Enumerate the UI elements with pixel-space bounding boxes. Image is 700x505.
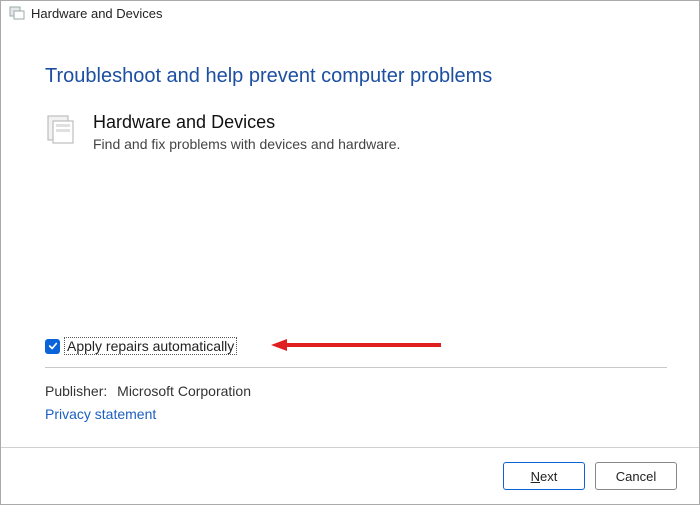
window-title: Hardware and Devices [31,6,163,21]
apply-repairs-checkbox[interactable] [45,339,60,354]
apply-repairs-option[interactable]: Apply repairs automatically [45,337,237,355]
cancel-button[interactable]: Cancel [595,462,677,490]
item-title: Hardware and Devices [93,112,400,134]
privacy-statement-link[interactable]: Privacy statement [45,406,156,422]
annotation-arrow-icon [271,338,441,352]
divider [45,367,667,368]
next-button[interactable]: Next [503,462,585,490]
troubleshooter-item: Hardware and Devices Find and fix proble… [45,112,699,152]
dialog-buttons: Next Cancel [503,462,677,490]
publisher-value: Microsoft Corporation [117,383,251,399]
publisher-row: Publisher: Microsoft Corporation [45,383,251,399]
device-icon [45,112,81,148]
footer-divider [1,447,699,448]
item-description: Find and fix problems with devices and h… [93,136,400,152]
apply-repairs-label[interactable]: Apply repairs automatically [64,337,237,355]
troubleshooter-icon [9,5,25,21]
publisher-label: Publisher: [45,383,107,399]
page-heading: Troubleshoot and help prevent computer p… [45,65,699,88]
titlebar: Hardware and Devices [1,1,699,27]
